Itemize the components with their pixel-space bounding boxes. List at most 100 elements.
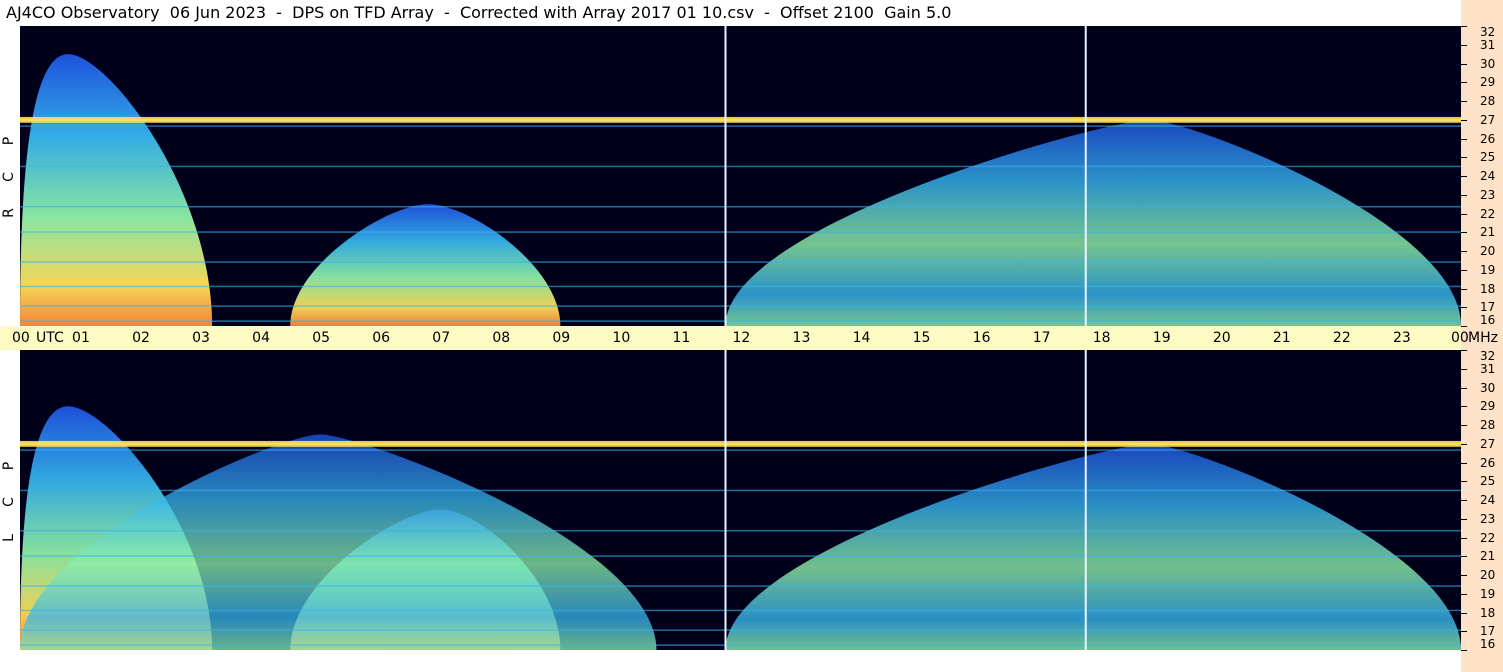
frequency-tick-mark bbox=[1461, 101, 1467, 102]
frequency-tick-mark bbox=[1461, 368, 1467, 370]
frequency-tick-label: 32 bbox=[1480, 25, 1496, 39]
utc-tick-label: 00 bbox=[12, 330, 30, 346]
utc-tick-label: 10 bbox=[612, 330, 631, 346]
rfi-line bbox=[20, 118, 1461, 123]
utc-tick-label: 18 bbox=[1092, 330, 1111, 346]
polarization-letter: C bbox=[1, 497, 17, 507]
utc-tick-label: 11 bbox=[672, 330, 691, 346]
utc-tick-label: 01 bbox=[72, 330, 90, 346]
frequency-tick-label: 22 bbox=[1480, 206, 1496, 221]
frequency-tick-mark bbox=[1461, 119, 1467, 121]
rfi-line bbox=[20, 449, 1461, 451]
utc-tick-label: 21 bbox=[1272, 330, 1291, 346]
utc-tick-label: 12 bbox=[732, 330, 751, 346]
frequency-tick-mark bbox=[1461, 650, 1467, 651]
frequency-tick-mark bbox=[1461, 537, 1467, 539]
lcp-spectrogram bbox=[20, 350, 1461, 650]
frequency-tick-label: 20 bbox=[1480, 244, 1496, 258]
frequency-tick-mark bbox=[1461, 44, 1467, 46]
polarization-letter: C bbox=[1, 172, 17, 182]
polarization-letter: P bbox=[1, 136, 17, 146]
frequency-tick-mark bbox=[1461, 63, 1467, 65]
utc-tick-label: 20 bbox=[1212, 330, 1231, 346]
frequency-tick-label: 26 bbox=[1480, 131, 1496, 146]
rfi-line bbox=[20, 125, 1461, 127]
frequency-tick-label: 31 bbox=[1480, 361, 1496, 376]
utc-tick-label: 05 bbox=[312, 330, 331, 346]
frequency-tick-label: 19 bbox=[1480, 262, 1496, 277]
rfi-line bbox=[20, 629, 1461, 631]
frequency-tick-mark bbox=[1461, 251, 1467, 252]
frequency-tick-label: 21 bbox=[1480, 225, 1496, 240]
frequency-tick-mark bbox=[1461, 176, 1467, 177]
frequency-tick-mark bbox=[1461, 157, 1467, 159]
frequency-tick-label: 26 bbox=[1480, 455, 1496, 470]
utc-tick-label: 02 bbox=[132, 330, 150, 346]
rfi-line bbox=[20, 285, 1461, 288]
frequency-axis-lower: 32 31 30 29 28 27 26 25 24 23 22 21 20 19 18 17 16 bbox=[1461, 350, 1503, 651]
frequency-tick-mark bbox=[1461, 612, 1467, 614]
utc-axis: 00 01 02 03 04 05 06 07 08 09 10 11 12 13 14 15 16 17 18 19… bbox=[0, 326, 1498, 350]
rfi-line bbox=[20, 320, 1461, 322]
frequency-tick-label: 30 bbox=[1480, 56, 1496, 71]
frequency-tick-label: 25 bbox=[1480, 150, 1496, 165]
frequency-tick-label: 24 bbox=[1480, 493, 1496, 507]
utc-tick-label: 17 bbox=[1032, 330, 1051, 346]
frequency-tick-label: 17 bbox=[1480, 624, 1496, 639]
polarization-letter: R bbox=[1, 208, 17, 218]
utc-tick-label: 07 bbox=[432, 330, 451, 346]
utc-tick-label: 03 bbox=[192, 330, 210, 346]
frequency-tick-mark bbox=[1461, 213, 1467, 215]
frequency-tick-mark bbox=[1461, 462, 1467, 464]
chart-title: AJ4CO Observatory 06 Jun 2023 - DPS on T… bbox=[0, 0, 1461, 26]
frequency-tick-mark bbox=[1461, 631, 1467, 633]
rfi-line bbox=[20, 530, 1461, 532]
frequency-tick-mark bbox=[1461, 288, 1467, 290]
rfi-line bbox=[20, 442, 1461, 447]
utc-tick-label: 00 bbox=[1451, 330, 1469, 346]
frequency-tick-mark bbox=[1461, 593, 1467, 595]
frequency-tick-mark bbox=[1461, 138, 1467, 140]
frequency-tick-mark bbox=[1461, 307, 1467, 309]
utc-tick-label: 22 bbox=[1332, 330, 1351, 346]
frequency-tick-label: 29 bbox=[1480, 399, 1496, 414]
utc-unit-label: UTC bbox=[36, 330, 64, 346]
frequency-tick-label: 23 bbox=[1480, 187, 1496, 202]
frequency-tick-label: 17 bbox=[1480, 300, 1496, 315]
mhz-unit-label: MHz bbox=[1468, 330, 1498, 346]
frequency-tick-mark bbox=[1461, 556, 1467, 558]
time-marker-line bbox=[1084, 350, 1087, 650]
rfi-line bbox=[20, 609, 1461, 612]
rfi-line bbox=[20, 644, 1461, 646]
utc-tick-label: 06 bbox=[372, 330, 391, 346]
utc-tick-label: 19 bbox=[1152, 330, 1171, 346]
rfi-line bbox=[20, 165, 1461, 168]
frequency-tick-label: 16 bbox=[1480, 313, 1496, 327]
frequency-tick-mark bbox=[1461, 194, 1467, 196]
rfi-line bbox=[20, 261, 1461, 263]
utc-tick-label: 14 bbox=[852, 330, 871, 346]
rcp-spectrogram bbox=[20, 26, 1461, 326]
frequency-tick-label: 31 bbox=[1480, 37, 1496, 52]
utc-tick-label: 09 bbox=[552, 330, 571, 346]
frequency-tick-label: 19 bbox=[1480, 586, 1496, 601]
frequency-tick-label: 23 bbox=[1480, 511, 1496, 526]
frequency-tick-label: 29 bbox=[1480, 75, 1496, 90]
frequency-axis-upper: 32 31 30 29 28 27 26 25 24 23 22 21 20 19 18 17 16 bbox=[1461, 25, 1503, 327]
utc-tick-label: 15 bbox=[912, 330, 931, 346]
frequency-tick-label: 30 bbox=[1480, 380, 1496, 395]
frequency-tick-mark bbox=[1461, 443, 1467, 445]
polarization-letter: P bbox=[1, 461, 17, 471]
frequency-tick-label: 20 bbox=[1480, 568, 1496, 582]
utc-tick-label: 16 bbox=[972, 330, 991, 346]
rfi-line bbox=[20, 206, 1461, 208]
frequency-tick-mark bbox=[1461, 326, 1467, 327]
utc-tick-label: 08 bbox=[492, 330, 511, 346]
frequency-tick-mark bbox=[1461, 481, 1467, 483]
rfi-line bbox=[20, 585, 1461, 587]
frequency-tick-label: 28 bbox=[1480, 418, 1496, 432]
utc-tick-label: 13 bbox=[792, 330, 811, 346]
frequency-tick-label: 24 bbox=[1480, 169, 1496, 183]
rfi-line bbox=[20, 305, 1461, 307]
frequency-tick-label: 18 bbox=[1480, 605, 1496, 620]
